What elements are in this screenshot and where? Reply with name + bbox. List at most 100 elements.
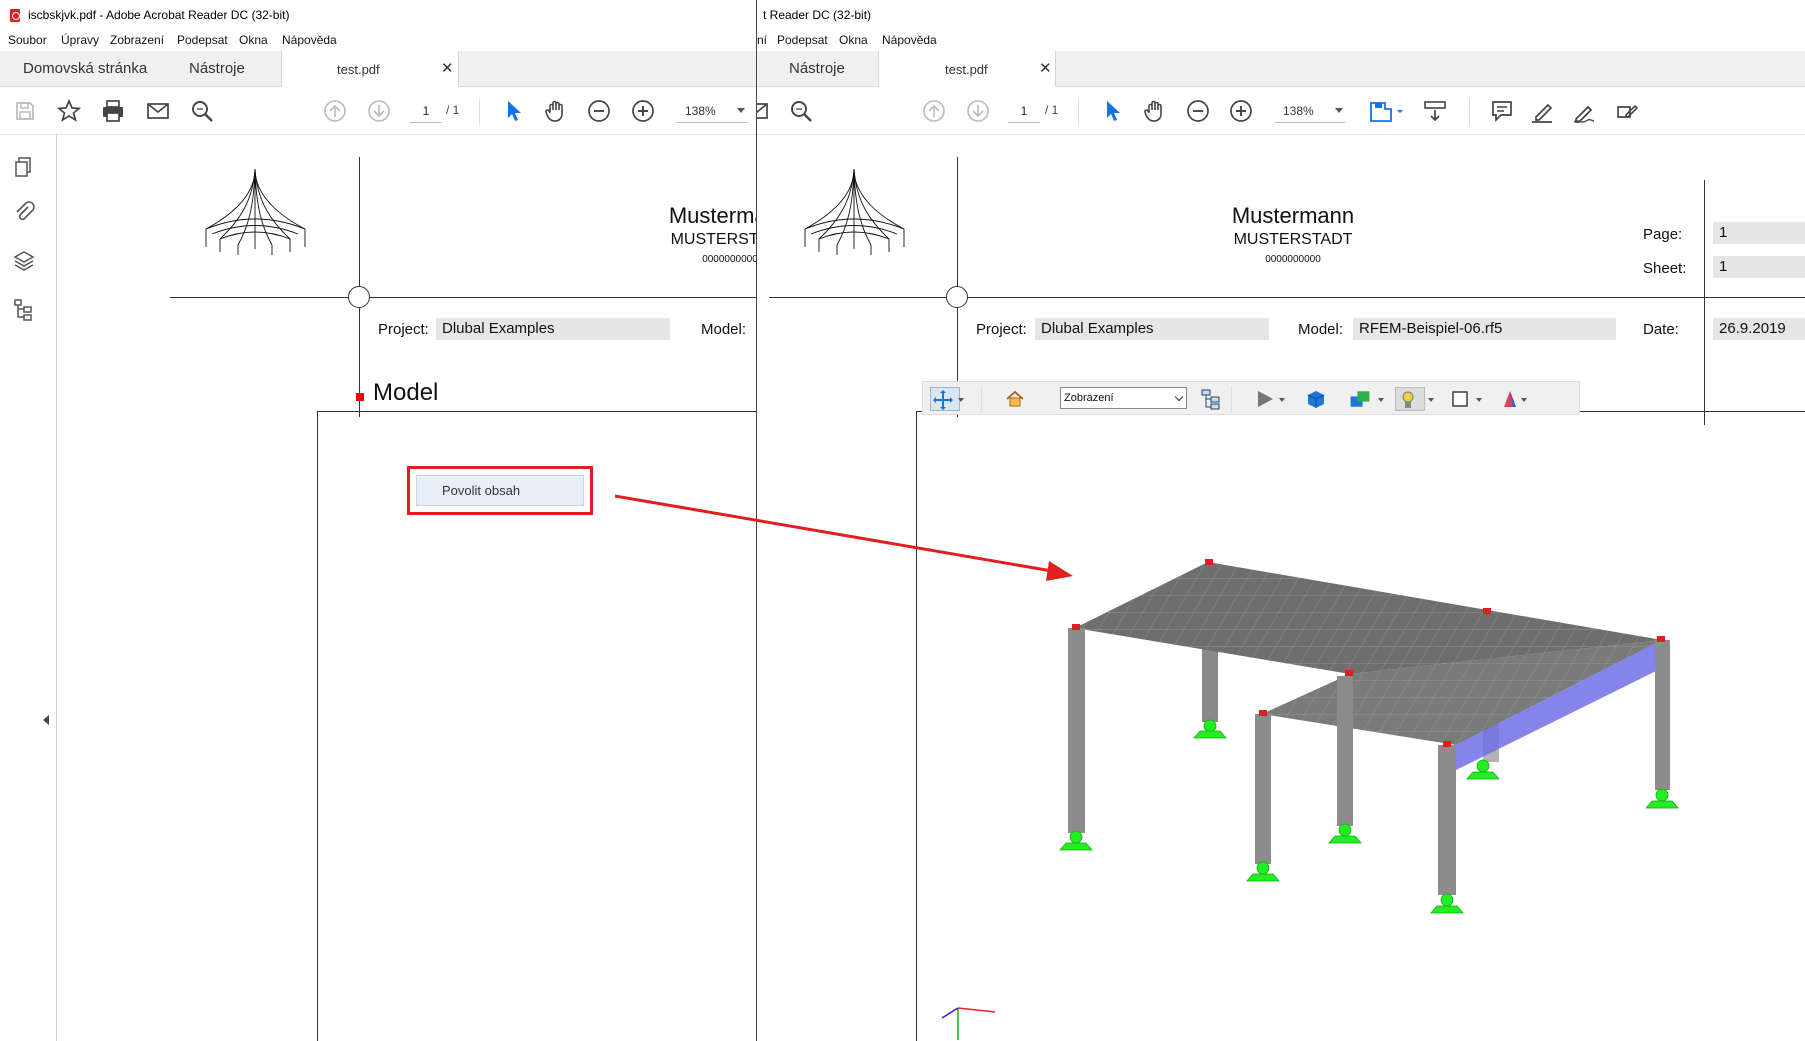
chevron-down-icon [1521, 398, 1527, 402]
next-page-icon[interactable] [964, 97, 992, 125]
page-number-input[interactable]: 1 [1008, 99, 1040, 123]
bookmark-star-icon[interactable] [55, 97, 83, 125]
chevron-down-icon [1428, 398, 1434, 402]
view-select[interactable]: Zobrazení [1060, 387, 1187, 409]
cross-section-icon[interactable] [1498, 387, 1522, 411]
comment-icon[interactable] [1488, 97, 1516, 125]
menu-upravy[interactable]: Úpravy [61, 33, 99, 47]
3d-model-frame [916, 411, 1805, 1041]
window-title: iscbskjvk.pdf - Adobe Acrobat Reader DC … [28, 8, 290, 22]
lighting-mode-icon[interactable] [1348, 387, 1376, 411]
save-icon[interactable] [11, 97, 39, 125]
pdf-file-icon [10, 9, 20, 22]
background-color-icon[interactable] [1448, 387, 1472, 411]
menu-zobrazeni-partial[interactable]: ní [757, 33, 767, 47]
attachment-icon[interactable] [10, 199, 38, 227]
navigation-rail [0, 135, 57, 1041]
tab-tools[interactable]: Nástroje [789, 51, 845, 87]
search-icon[interactable] [188, 97, 216, 125]
play-animation-icon[interactable] [1253, 387, 1277, 411]
chevron-down-icon [1378, 398, 1384, 402]
zoom-level-select[interactable]: 138% [677, 99, 747, 123]
left-acrobat-window: iscbskjvk.pdf - Adobe Acrobat Reader DC … [0, 0, 757, 1041]
scroll-mode-icon[interactable] [1421, 97, 1449, 125]
previous-page-icon[interactable] [920, 97, 948, 125]
layers-icon[interactable] [10, 247, 38, 275]
menu-napoveda[interactable]: Nápověda [282, 33, 337, 47]
rotate-tool-icon[interactable] [930, 387, 960, 411]
select-cursor-icon[interactable] [1098, 97, 1126, 125]
select-cursor-icon[interactable] [499, 97, 527, 125]
previous-page-icon[interactable] [321, 97, 349, 125]
collapse-panel-icon[interactable] [43, 715, 49, 725]
header-right-rule [1704, 180, 1705, 425]
enable-content-button[interactable]: Povolit obsah [416, 475, 584, 506]
light-source-icon[interactable] [1395, 387, 1425, 411]
toolbar-separator [1078, 99, 1079, 125]
email-icon[interactable] [757, 97, 771, 125]
page-total: / 1 [446, 103, 460, 117]
tab-home[interactable]: Domovská stránka [23, 51, 147, 87]
close-tab-icon[interactable]: ✕ [441, 59, 454, 77]
menu-podepsat[interactable]: Podepsat [177, 33, 228, 47]
company-city: MUSTERSTADT [670, 231, 757, 248]
model-label: Model: [701, 321, 747, 338]
toolbar-separator [479, 99, 480, 125]
model-value: RFEM-Beispiel-06.rf5 [1353, 318, 1616, 340]
tab-document[interactable]: test.pdf ✕ [878, 51, 1056, 87]
menu-napoveda[interactable]: Nápověda [882, 33, 937, 47]
home-view-icon[interactable] [1003, 387, 1027, 411]
model-tree-icon[interactable] [10, 295, 38, 323]
tent-structure-logo [804, 168, 905, 255]
render-mode-icon[interactable] [1304, 387, 1328, 411]
email-icon[interactable] [144, 97, 172, 125]
main-toolbar: 1 / 1 138% [757, 87, 1805, 135]
company-name: Mustermann [1231, 203, 1355, 228]
sheet-label: Sheet: [1643, 260, 1687, 277]
pages-thumbnails-icon[interactable] [10, 153, 38, 181]
sign-icon[interactable] [1570, 97, 1598, 125]
menu-okna[interactable]: Okna [839, 33, 868, 47]
menu-zobrazeni[interactable]: Zobrazení [110, 33, 164, 47]
project-label: Project: [976, 321, 1027, 338]
date-label: Date: [1643, 321, 1679, 338]
hand-tool-icon[interactable] [542, 97, 570, 125]
3d-viewer-toolbar: Zobrazení [922, 381, 1580, 415]
enable-content-highlight: Povolit obsah [407, 466, 593, 515]
section-title: Model [373, 379, 439, 406]
print-icon[interactable] [99, 97, 127, 125]
fill-sign-icon[interactable] [1612, 97, 1640, 125]
menu-soubor[interactable]: Soubor [8, 33, 47, 47]
next-page-icon[interactable] [365, 97, 393, 125]
toolbar-separator [981, 386, 982, 412]
model-tree-toggle-icon[interactable] [1199, 387, 1223, 411]
main-toolbar: 1 / 1 138% [0, 87, 756, 135]
search-icon[interactable] [787, 97, 815, 125]
document-view: Mustermann MUSTERSTADT 0000000000 Projec… [58, 135, 756, 1041]
zoom-out-icon[interactable] [1184, 97, 1212, 125]
tab-bar: Domovská stránka Nástroje test.pdf ✕ [0, 51, 756, 87]
tent-structure-logo [205, 168, 306, 255]
zoom-out-icon[interactable] [585, 97, 613, 125]
window-title: t Reader DC (32-bit) [763, 8, 872, 22]
page-number-input[interactable]: 1 [410, 99, 442, 123]
menu-podepsat[interactable]: Podepsat [777, 33, 828, 47]
toolbar-separator [1231, 386, 1232, 412]
close-tab-icon[interactable]: ✕ [1039, 59, 1052, 77]
tab-document-label: test.pdf [337, 62, 380, 77]
chevron-down-icon [737, 108, 745, 113]
right-acrobat-window: t Reader DC (32-bit) ní Podepsat Okna Ná… [757, 0, 1805, 1041]
tab-tools[interactable]: Nástroje [189, 51, 245, 87]
zoom-level-select[interactable]: 138% [1275, 99, 1345, 123]
tab-bar: Nástroje test.pdf ✕ [757, 51, 1805, 87]
date-value: 26.9.2019 [1713, 318, 1805, 340]
tab-document[interactable]: test.pdf ✕ [281, 51, 459, 87]
page-fit-icon[interactable] [1366, 97, 1406, 125]
zoom-in-icon[interactable] [629, 97, 657, 125]
menu-okna[interactable]: Okna [239, 33, 268, 47]
tab-document-label: test.pdf [945, 62, 988, 77]
hand-tool-icon[interactable] [1141, 97, 1169, 125]
company-number: 0000000000 [702, 254, 757, 265]
zoom-in-icon[interactable] [1227, 97, 1255, 125]
highlight-pen-icon[interactable] [1528, 97, 1556, 125]
